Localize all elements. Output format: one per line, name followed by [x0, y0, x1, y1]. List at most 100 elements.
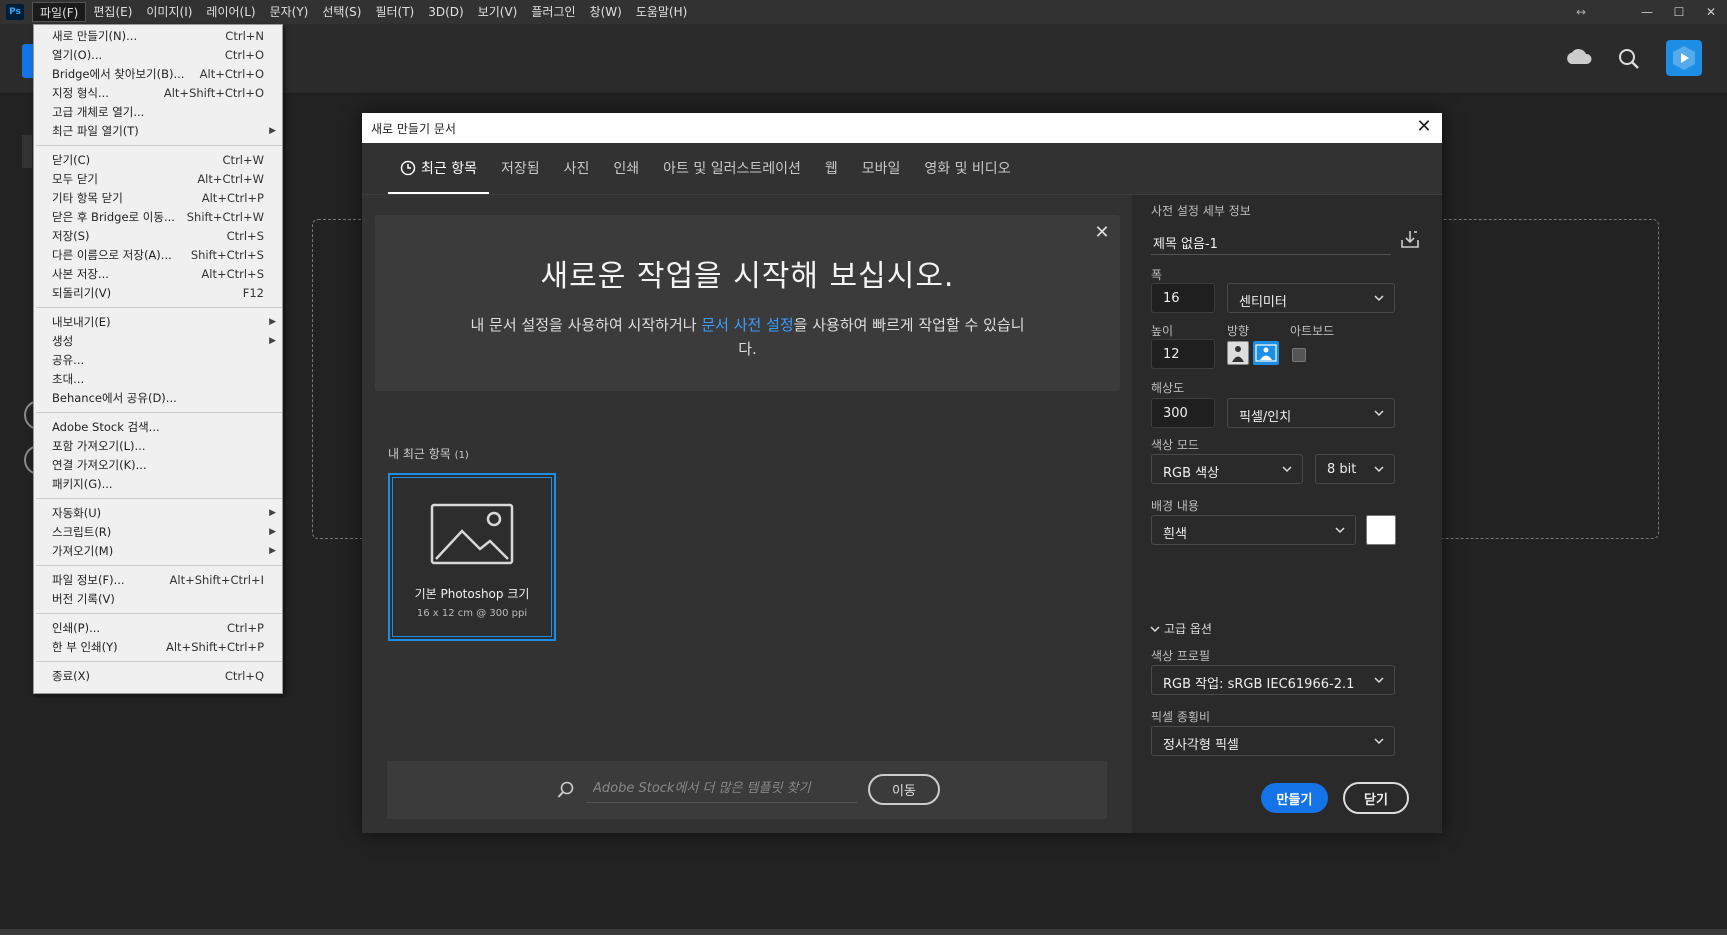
menu-view[interactable]: 보기(V) — [471, 2, 525, 22]
stock-search-input[interactable] — [587, 775, 857, 803]
file-menu-item[interactable]: 닫은 후 Bridge로 이동... Shift+Ctrl+W — [34, 208, 282, 227]
file-menu-item[interactable]: Behance에서 공유(D)... — [34, 389, 282, 408]
menu-item-label: 초대... — [52, 372, 85, 386]
banner-close-button[interactable]: ✕ — [1094, 224, 1110, 242]
menu-item-label: 연결 가져오기(K)... — [52, 458, 147, 472]
color-mode-select[interactable]: RGB 색상 — [1151, 454, 1303, 484]
resize-arrows-icon[interactable]: ↔ — [1576, 5, 1586, 19]
file-menu-item[interactable]: 저장(S) Ctrl+S — [34, 227, 282, 246]
file-menu-item[interactable]: 버전 기록(V) — [34, 590, 282, 609]
tab-web[interactable]: 웹 — [813, 158, 850, 194]
file-menu-item[interactable]: 생성 ▶ — [34, 332, 282, 351]
file-menu-item[interactable]: 열기(O)... Ctrl+O — [34, 46, 282, 65]
menu-item-shortcut: Alt+Shift+Ctrl+P — [165, 640, 264, 654]
tab-print[interactable]: 인쇄 — [601, 158, 651, 194]
tab-mobile[interactable]: 모바일 — [850, 158, 913, 194]
create-button[interactable]: 만들기 — [1261, 783, 1328, 813]
background-color-swatch[interactable] — [1366, 515, 1396, 545]
menu-item-label: 가져오기(M) — [52, 544, 114, 558]
menu-layer[interactable]: 레이어(L) — [199, 2, 262, 22]
portrait-orientation-icon[interactable] — [1227, 341, 1249, 365]
tab-photo[interactable]: 사진 — [552, 158, 602, 194]
height-input[interactable]: 12 — [1151, 339, 1215, 369]
file-menu-item[interactable]: 인쇄(P)... Ctrl+P — [34, 619, 282, 638]
recent-preset-card[interactable]: 기본 Photoshop 크기 16 x 12 cm @ 300 ppi — [388, 473, 556, 641]
artboard-checkbox[interactable] — [1292, 348, 1306, 362]
menu-window[interactable]: 창(W) — [583, 2, 629, 22]
menu-item-label: 닫기(C) — [52, 153, 91, 167]
file-menu-item[interactable]: 사본 저장... Alt+Ctrl+S — [34, 265, 282, 284]
select-value: 정사각형 픽셀 — [1163, 738, 1239, 753]
file-menu-item[interactable]: 내보내기(E) ▶ — [34, 313, 282, 332]
cloud-icon[interactable] — [1565, 48, 1593, 64]
file-menu-item[interactable]: 모두 닫기 Alt+Ctrl+W — [34, 170, 282, 189]
landscape-orientation-icon[interactable] — [1253, 341, 1279, 365]
close-button[interactable]: 닫기 — [1343, 782, 1409, 814]
menu-item-label: 공유... — [52, 353, 85, 367]
file-menu-item[interactable]: 닫기(C) Ctrl+W — [34, 151, 282, 170]
menu-image[interactable]: 이미지(I) — [139, 2, 199, 22]
menu-select[interactable]: 선택(S) — [315, 2, 368, 22]
file-menu-item[interactable]: 스크립트(R) ▶ — [34, 523, 282, 542]
document-name-field[interactable]: 제목 없음-1 — [1151, 225, 1391, 255]
minimize-button[interactable]: — — [1631, 5, 1663, 19]
menu-type[interactable]: 문자(Y) — [263, 2, 316, 22]
color-profile-select[interactable]: RGB 작업: sRGB IEC61966-2.1 — [1151, 665, 1395, 695]
menu-file[interactable]: 파일(F) — [32, 2, 87, 22]
tab-recent[interactable]: 최근 항목 — [388, 158, 489, 194]
file-menu-item[interactable]: Adobe Stock 검색... — [34, 418, 282, 437]
file-menu-item[interactable]: 파일 정보(F)... Alt+Shift+Ctrl+I — [34, 571, 282, 590]
dialog-close-button[interactable]: ✕ — [1414, 118, 1434, 138]
search-icon[interactable] — [1618, 48, 1640, 70]
file-menu-item[interactable]: Bridge에서 찾아보기(B)... Alt+Ctrl+O — [34, 65, 282, 84]
menu-item-label: 스크립트(R) — [52, 525, 112, 539]
tab-film-video[interactable]: 영화 및 비디오 — [912, 158, 1022, 194]
save-preset-icon[interactable] — [1400, 229, 1420, 249]
file-menu-item[interactable]: 자동화(U) ▶ — [34, 504, 282, 523]
window-close-button[interactable]: ✕ — [1695, 5, 1727, 19]
file-menu-item[interactable]: 연결 가져오기(K)... — [34, 456, 282, 475]
resolution-input[interactable]: 300 — [1151, 398, 1215, 428]
file-menu-item[interactable]: 기타 항목 닫기 Alt+Ctrl+P — [34, 189, 282, 208]
menu-help[interactable]: 도움말(H) — [629, 2, 695, 22]
file-menu-item[interactable]: 종료(X) Ctrl+Q — [34, 667, 282, 686]
menu-3d[interactable]: 3D(D) — [421, 2, 470, 22]
tab-saved[interactable]: 저장됨 — [489, 158, 552, 194]
file-menu-item[interactable]: 공유... — [34, 351, 282, 370]
file-menu-item[interactable]: 최근 파일 열기(T) ▶ — [34, 122, 282, 141]
file-menu-item[interactable]: 새로 만들기(N)... Ctrl+N — [34, 27, 282, 46]
menu-filter[interactable]: 필터(T) — [368, 2, 421, 22]
share-cube-icon[interactable] — [1666, 40, 1702, 76]
file-menu-item[interactable]: 고급 개체로 열기... — [34, 103, 282, 122]
menu-item-shortcut: Shift+Ctrl+W — [186, 210, 264, 224]
recent-items-heading: 내 최근 항목 (1) — [388, 445, 469, 462]
file-menu-item[interactable]: 지정 형식... Alt+Shift+Ctrl+O — [34, 84, 282, 103]
advanced-options-toggle[interactable]: 고급 옵션 — [1150, 620, 1212, 637]
width-unit-select[interactable]: 센티미터 — [1227, 283, 1395, 313]
resolution-unit-select[interactable]: 픽셀/인치 — [1227, 398, 1395, 428]
pixel-aspect-label: 픽셀 종횡비 — [1151, 710, 1211, 724]
menu-edit[interactable]: 편집(E) — [86, 2, 139, 22]
file-menu-item[interactable]: 되돌리기(V) F12 — [34, 284, 282, 303]
file-menu-item[interactable]: 포함 가져오기(L)... — [34, 437, 282, 456]
maximize-button[interactable]: ☐ — [1663, 5, 1695, 19]
file-menu-item[interactable]: 초대... — [34, 370, 282, 389]
menu-separator — [36, 145, 282, 146]
menu-item-shortcut: Ctrl+W — [222, 153, 264, 167]
file-menu-item[interactable]: 다른 이름으로 저장(A)... Shift+Ctrl+S — [34, 246, 282, 265]
dialog-titlebar: 새로 만들기 문서 ✕ — [362, 113, 1442, 143]
file-menu-item[interactable]: 가져오기(M) ▶ — [34, 542, 282, 561]
file-menu-item[interactable]: 패키지(G)... — [34, 475, 282, 494]
menu-item-label: 새로 만들기(N)... — [52, 29, 138, 43]
document-presets-link[interactable]: 문서 사전 설정 — [701, 316, 793, 334]
menu-item-label: 패키지(G)... — [52, 477, 113, 491]
bit-depth-select[interactable]: 8 bit — [1315, 454, 1395, 484]
tab-art-illustration[interactable]: 아트 및 일러스트레이션 — [651, 158, 813, 194]
menu-plugins[interactable]: 플러그인 — [524, 2, 582, 22]
select-value: RGB 색상 — [1163, 466, 1220, 481]
width-input[interactable]: 16 — [1151, 283, 1215, 313]
file-menu-item[interactable]: 한 부 인쇄(Y) Alt+Shift+Ctrl+P — [34, 638, 282, 657]
go-button[interactable]: 이동 — [868, 774, 940, 805]
pixel-aspect-select[interactable]: 정사각형 픽셀 — [1151, 726, 1395, 756]
background-select[interactable]: 흰색 — [1151, 515, 1356, 545]
